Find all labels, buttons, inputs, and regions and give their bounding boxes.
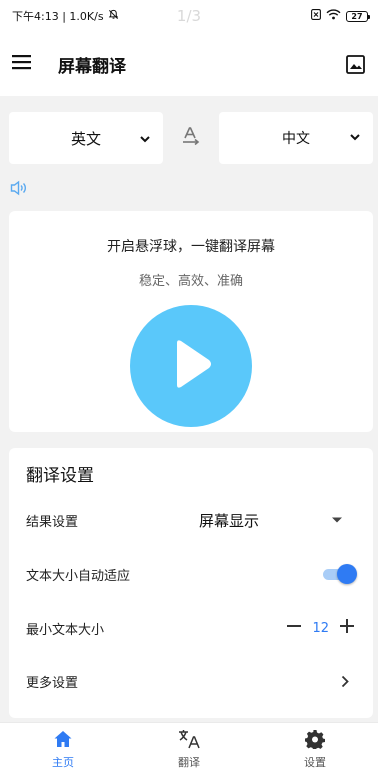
page-title: 屏幕翻译: [58, 56, 126, 77]
chevron-right-icon: [341, 675, 349, 688]
min-text-size-row: 最小文本大小 12: [26, 614, 355, 642]
status-time: 下午4:13 | 1.0K/s: [12, 10, 104, 23]
play-icon: [169, 337, 213, 395]
translate-icon: [178, 729, 200, 752]
app-bar: 屏幕翻译: [0, 32, 378, 96]
nav-label-translate: 翻译: [178, 756, 200, 769]
source-language-label: 英文: [70, 129, 101, 148]
min-text-size-value: 12: [312, 620, 329, 636]
min-text-size-label: 最小文本大小: [26, 622, 105, 638]
translation-settings-card: 翻译设置 结果设置 屏幕显示 文本大小自动适应 最小文本大小 12 更多设置: [9, 448, 373, 718]
nav-item-translate[interactable]: 翻译: [126, 723, 252, 776]
image-icon[interactable]: [344, 53, 366, 75]
status-left: 下午4:13 | 1.0K/s: [12, 8, 119, 24]
result-setting-label: 结果设置: [26, 514, 79, 530]
text-direction-icon: [181, 126, 201, 150]
nav-item-settings[interactable]: 设置: [252, 723, 378, 776]
nav-label-home: 主页: [52, 756, 74, 769]
minus-icon[interactable]: [286, 618, 302, 638]
floating-ball-card: 开启悬浮球，一键翻译屏幕 稳定、高效、准确: [9, 211, 373, 432]
source-language-dropdown[interactable]: 英文: [9, 112, 163, 164]
bottom-navigation: 主页 翻译 设置: [0, 722, 378, 776]
nav-item-home[interactable]: 主页: [0, 723, 126, 776]
more-settings-label: 更多设置: [26, 675, 79, 691]
status-right: 27: [311, 9, 370, 23]
settings-title: 翻译设置: [26, 466, 94, 486]
speaker-icon[interactable]: [10, 180, 28, 196]
nav-label-settings: 设置: [304, 756, 326, 769]
card-headline: 开启悬浮球，一键翻译屏幕: [107, 239, 275, 255]
plus-icon[interactable]: [339, 618, 355, 638]
auto-size-row: 文本大小自动适应: [26, 560, 357, 588]
sim-icon: [311, 9, 321, 23]
dropdown-arrow-icon[interactable]: [331, 516, 343, 524]
home-icon: [53, 729, 73, 752]
result-setting-value: 屏幕显示: [199, 511, 260, 530]
target-language-dropdown[interactable]: 中文: [219, 112, 373, 164]
card-subtitle: 稳定、高效、准确: [138, 274, 243, 289]
language-selector-row: 英文 中文: [9, 112, 373, 164]
gear-icon: [304, 729, 325, 752]
more-settings-row[interactable]: 更多设置: [26, 667, 355, 695]
chevron-down-icon: [139, 131, 151, 149]
chevron-down-icon: [349, 131, 361, 147]
target-language-label: 中文: [282, 131, 310, 147]
mute-bell-icon: [108, 9, 119, 23]
status-bar: 下午4:13 | 1.0K/s 1/3 27: [0, 0, 378, 32]
wifi-icon: [326, 9, 341, 23]
start-button[interactable]: [130, 305, 252, 427]
auto-size-label: 文本大小自动适应: [26, 568, 131, 584]
result-setting-row[interactable]: 结果设置 屏幕显示: [26, 506, 355, 534]
min-text-size-stepper: 12: [286, 618, 355, 638]
auto-size-toggle[interactable]: [321, 564, 357, 584]
swap-language-button[interactable]: [163, 126, 219, 150]
menu-icon[interactable]: [12, 54, 32, 74]
battery-icon: 27: [346, 10, 370, 22]
